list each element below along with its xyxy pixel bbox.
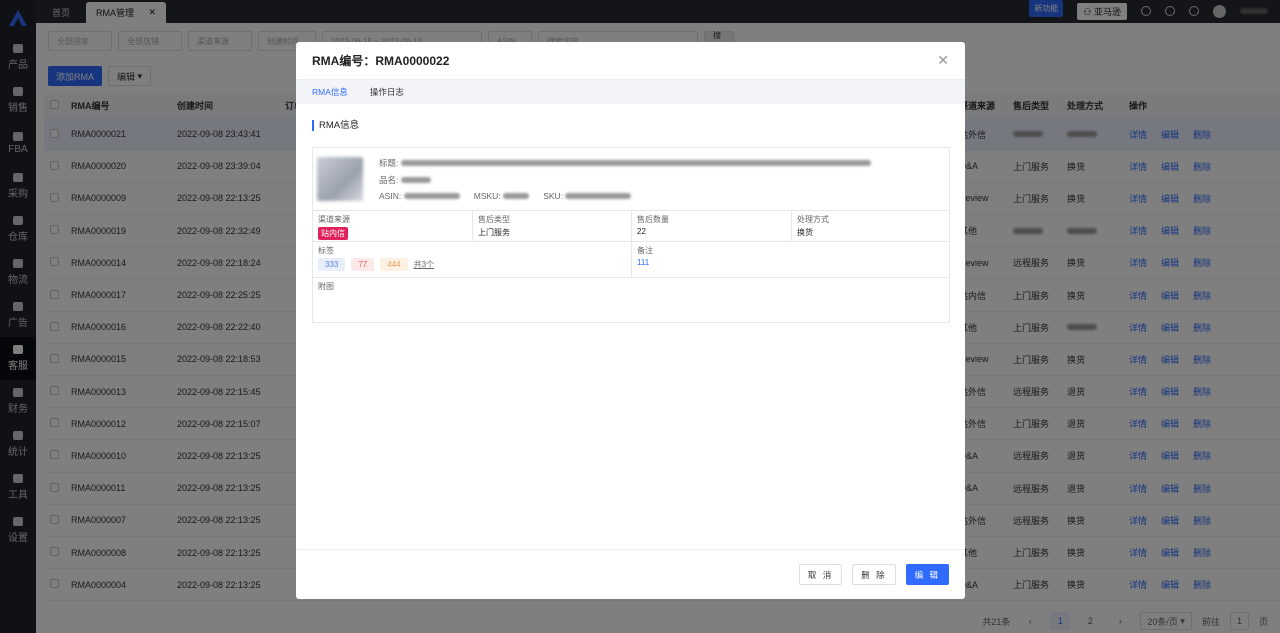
asin-label: ASIN: [379,191,402,201]
remark-value: 111 [637,258,650,267]
tags-more-link[interactable]: 共3个 [414,260,434,269]
tag: 333 [318,258,346,271]
edit-button[interactable]: 编 辑 [905,564,949,585]
remark-label: 备注 [637,246,653,255]
title-label: 标题: [379,158,399,168]
tag: 77 [351,258,375,271]
modal-title: RMA编号：RMA0000022 [312,54,450,68]
field-label: 售后数量 [637,215,669,224]
msku-value [503,193,530,199]
msku-label: MSKU: [473,191,501,201]
tab-rma-info[interactable]: RMA信息 [312,86,348,98]
tag: 444 [380,258,408,271]
tags-label: 标签 [318,246,334,255]
sku-value [565,193,632,199]
rma-detail-modal: RMA编号：RMA0000022 ✕ RMA信息 操作日志 RMA信息 标题: … [296,42,965,599]
delete-button[interactable]: 删 除 [852,564,896,585]
cancel-button[interactable]: 取 消 [798,564,843,585]
service-type-value: 上门服务 [478,228,510,237]
tag-list: 333 77 444 共3个 [318,258,626,271]
product-name [400,177,431,183]
section-title: RMA信息 [312,120,965,131]
handling-value: 换货 [797,228,813,237]
field-label: 渠道来源 [318,215,350,224]
field-label: 售后类型 [478,215,510,224]
name-label: 品名: [379,175,399,185]
sku-label: SKU: [543,191,564,201]
asin-value [403,193,460,199]
field-label: 处理方式 [797,215,829,224]
tab-operation-log[interactable]: 操作日志 [370,86,404,98]
rma-info-panel: 标题: 品名: ASIN: MSKU: SKU: 渠道来源站内信 售后类型上门服… [312,147,950,323]
product-title [400,160,871,166]
quantity-value: 22 [637,227,646,236]
source-badge: 站内信 [318,227,348,240]
product-image [317,157,363,201]
close-icon[interactable]: ✕ [937,52,949,69]
attachment-label: 附图 [318,282,334,291]
